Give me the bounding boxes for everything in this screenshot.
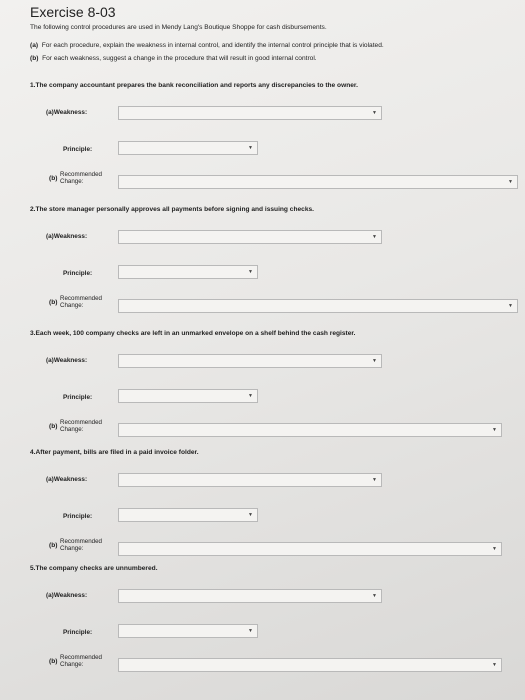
principle-dropdown-3[interactable]: ▼ — [118, 389, 258, 403]
dropdown-arrow-icon: ▼ — [248, 512, 253, 518]
dropdown-arrow-icon: ▼ — [372, 358, 377, 364]
question-4: 4.After payment, bills are filed in a pa… — [30, 449, 199, 456]
weakness-label: (a)Weakness: — [46, 592, 88, 599]
recommended-change-label: (b) Recommended Change: — [49, 419, 102, 433]
change-dropdown-1[interactable]: ▼ — [118, 175, 518, 189]
change-dropdown-3[interactable]: ▼ — [118, 423, 502, 437]
dropdown-arrow-icon: ▼ — [372, 477, 377, 483]
intro-part-a: (a) For each procedure, explain the weak… — [30, 42, 384, 49]
intro-part-b: (b) For each weakness, suggest a change … — [30, 55, 317, 62]
dropdown-arrow-icon: ▼ — [372, 234, 377, 240]
weakness-label: (a)Weakness: — [46, 109, 88, 116]
weakness-dropdown-4[interactable]: ▼ — [118, 473, 382, 487]
weakness-dropdown-5[interactable]: ▼ — [118, 589, 382, 603]
question-1: 1.The company accountant prepares the ba… — [30, 82, 358, 89]
principle-dropdown-4[interactable]: ▼ — [118, 508, 258, 522]
principle-label: Principle: — [63, 394, 93, 401]
question-2: 2.The store manager personally approves … — [30, 206, 314, 213]
recommended-change-label: (b) Recommended Change: — [49, 171, 102, 185]
weakness-label: (a)Weakness: — [46, 233, 88, 240]
dropdown-arrow-icon: ▼ — [492, 546, 497, 552]
recommended-change-label: (b) Recommended Change: — [49, 654, 102, 668]
dropdown-arrow-icon: ▼ — [508, 303, 513, 309]
recommended-change-label: (b) Recommended Change: — [49, 538, 102, 552]
dropdown-arrow-icon: ▼ — [492, 427, 497, 433]
question-3: 3.Each week, 100 company checks are left… — [30, 330, 356, 337]
dropdown-arrow-icon: ▼ — [372, 110, 377, 116]
dropdown-arrow-icon: ▼ — [248, 269, 253, 275]
question-5: 5.The company checks are unnumbered. — [30, 565, 158, 572]
principle-label: Principle: — [63, 146, 93, 153]
weakness-dropdown-3[interactable]: ▼ — [118, 354, 382, 368]
page-title: Exercise 8-03 — [30, 4, 116, 20]
principle-label: Principle: — [63, 629, 93, 636]
principle-label: Principle: — [63, 270, 93, 277]
weakness-dropdown-2[interactable]: ▼ — [118, 230, 382, 244]
recommended-change-label: (b) Recommended Change: — [49, 295, 102, 309]
principle-label: Principle: — [63, 513, 93, 520]
change-dropdown-4[interactable]: ▼ — [118, 542, 502, 556]
dropdown-arrow-icon: ▼ — [248, 145, 253, 151]
intro-text: The following control procedures are use… — [30, 24, 327, 31]
change-dropdown-5[interactable]: ▼ — [118, 658, 502, 672]
principle-dropdown-2[interactable]: ▼ — [118, 265, 258, 279]
dropdown-arrow-icon: ▼ — [248, 393, 253, 399]
principle-dropdown-1[interactable]: ▼ — [118, 141, 258, 155]
principle-dropdown-5[interactable]: ▼ — [118, 624, 258, 638]
weakness-label: (a)Weakness: — [46, 357, 88, 364]
dropdown-arrow-icon: ▼ — [508, 179, 513, 185]
change-dropdown-2[interactable]: ▼ — [118, 299, 518, 313]
dropdown-arrow-icon: ▼ — [248, 628, 253, 634]
weakness-dropdown-1[interactable]: ▼ — [118, 106, 382, 120]
weakness-label: (a)Weakness: — [46, 476, 88, 483]
dropdown-arrow-icon: ▼ — [492, 662, 497, 668]
dropdown-arrow-icon: ▼ — [372, 593, 377, 599]
